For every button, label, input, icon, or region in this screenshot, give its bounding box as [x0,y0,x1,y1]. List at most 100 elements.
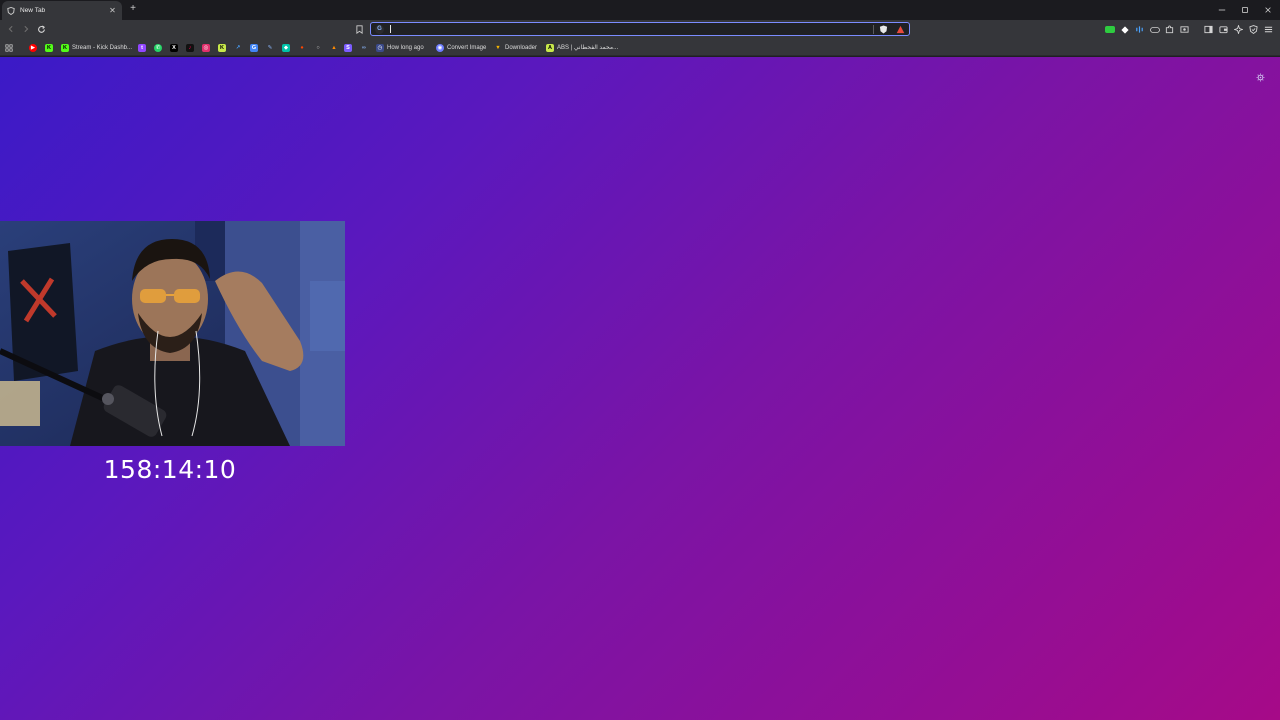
back-arrow-icon [8,25,13,33]
omnibox-divider [873,24,874,34]
image-icon: ◉ [436,43,444,52]
bookmark-kick-2[interactable]: K [218,42,226,53]
wallet-button[interactable] [1218,24,1229,35]
sidebar-button[interactable] [1203,24,1214,35]
bookmark-chat[interactable]: ◆ [282,42,290,53]
bookmark-twitch[interactable]: t [138,42,146,53]
ext-audio-icon [1136,26,1143,33]
ext-green-badge-icon [1104,26,1115,33]
twitch-icon: t [138,43,146,52]
tab-strip: New Tab ✕ + [0,0,1280,20]
bookmark-translate[interactable]: G [250,42,258,53]
bookmark-label: ABS | محمد الفحطاني... [557,45,619,51]
minimize-button[interactable] [1211,0,1233,20]
kick-icon: K [45,43,53,52]
bookmark-convert-image[interactable]: ◉ Convert Image [436,42,486,53]
webcam-video-image [0,221,345,446]
brave-shield-icon [879,25,887,33]
wallet-icon [1219,26,1228,34]
bookmark-label: Convert Image [447,44,487,51]
stream-timer: 158:14:10 [103,455,237,484]
leo-ai-button[interactable] [1233,24,1244,35]
extension-gamepad[interactable] [1149,24,1160,35]
close-icon [1265,7,1271,13]
brave-shields-button[interactable] [878,24,888,34]
x-icon: X [170,43,178,52]
ext-diamond-icon [1120,25,1129,34]
bookmark-streamer[interactable]: S [344,42,352,53]
close-window-button[interactable] [1257,0,1279,20]
bookmark-pen[interactable]: ✎ [266,42,274,53]
bookmark-github[interactable]: ○ [314,42,322,53]
bookmark-icon [355,24,363,34]
bookmark-abs[interactable]: A ABS | محمد الفحطاني... [546,42,618,53]
apps-grid-icon [5,43,13,52]
brave-rewards-button[interactable] [895,24,905,34]
download-icon: ▼ [495,44,501,51]
main-menu-button[interactable] [1263,24,1274,35]
bookmark-downloader[interactable]: ▼ Downloader [494,42,537,53]
restore-icon [1242,7,1248,13]
bookmark-kick-dashboard[interactable]: K Stream - Kick Dashb... [61,42,132,53]
webcam-overlay [0,221,345,446]
bookmark-kick[interactable]: K [45,42,53,53]
back-button[interactable] [5,23,17,35]
bookmark-x[interactable]: X [170,42,178,53]
tab-new-tab[interactable]: New Tab ✕ [2,1,122,20]
reload-icon [37,24,45,33]
reload-button[interactable] [35,23,47,35]
ext-screenshot-icon [1180,26,1189,33]
bookmark-youtube[interactable]: ▶ [29,42,37,53]
apps-button[interactable] [5,42,13,53]
address-bar[interactable]: G [370,22,910,36]
bookmark-how-long-ago[interactable]: ◷ How long ago [376,42,424,53]
address-input[interactable] [393,23,873,35]
tab-title: New Tab [20,7,46,14]
bookmark-link[interactable]: ∞ [360,42,368,53]
new-tab-button[interactable]: + [127,3,139,15]
new-tab-page: 158:14:10 [0,57,1280,720]
page-settings-button[interactable] [1255,72,1265,82]
sparkle-icon [1234,25,1243,34]
pen-icon: ✎ [267,44,273,51]
bookmark-label: Stream - Kick Dashb... [72,44,133,51]
rewards-triangle-icon [896,25,904,33]
github-icon: ○ [316,44,320,51]
s-icon: S [344,43,352,52]
tiktok-icon: ♪ [186,43,194,52]
extension-green-badge[interactable] [1104,24,1115,35]
bookmark-label: Downloader [505,44,538,51]
google-g-icon: G [375,24,384,34]
bookmark-page-button[interactable] [354,23,364,35]
gear-icon [1256,73,1264,81]
sidebar-icon [1204,25,1213,34]
bookmarks-bar: ▶ K K Stream - Kick Dashb... t ✆ X ♪ ◎ K… [0,39,1280,56]
youtube-icon: ▶ [29,43,37,52]
extension-diamond[interactable] [1119,24,1130,35]
extension-screenshot[interactable] [1179,24,1190,35]
ext-gamepad-icon [1149,26,1160,33]
arrow-icon: ↗ [235,44,241,51]
brave-shield-icon [7,6,15,15]
reddit-icon: ● [300,44,304,51]
vpn-button[interactable] [1248,24,1259,35]
extension-audio[interactable] [1134,24,1145,35]
fire-icon: ▲ [331,44,337,51]
restore-button[interactable] [1234,0,1256,20]
menu-icon [1264,26,1273,33]
bookmark-label: How long ago [387,44,424,51]
bookmark-tiktok[interactable]: ♪ [186,42,194,53]
translate-icon: G [250,43,258,52]
chat-icon: ◆ [282,43,290,52]
bookmark-fire[interactable]: ▲ [330,42,338,53]
bookmark-reddit[interactable]: ● [298,42,306,53]
kick-icon: K [61,43,69,52]
bookmark-whatsapp[interactable]: ✆ [154,42,162,53]
bookmark-arrow[interactable]: ↗ [234,42,242,53]
ext-puzzle-icon [1165,25,1174,34]
close-tab-icon[interactable]: ✕ [108,6,117,15]
extensions-menu-button[interactable] [1164,24,1175,35]
bookmark-instagram[interactable]: ◎ [202,42,210,53]
forward-button[interactable] [20,23,32,35]
text-caret [390,25,391,33]
